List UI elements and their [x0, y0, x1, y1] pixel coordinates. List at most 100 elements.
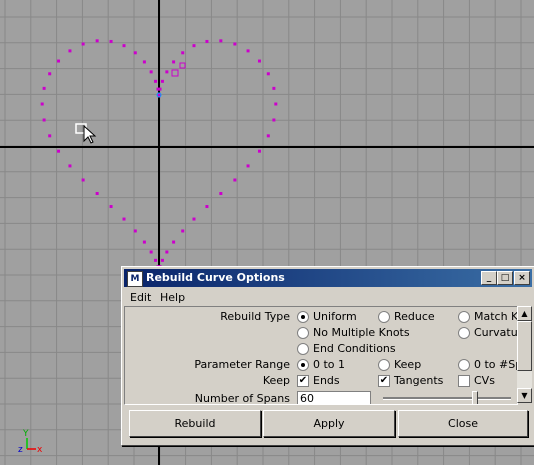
menu-edit[interactable]: Edit: [130, 291, 151, 304]
tangents-checkbox[interactable]: ✔: [378, 375, 390, 387]
checkmark-icon: ✔: [298, 375, 308, 386]
end-conditions-label: End Conditions: [313, 342, 396, 355]
curve-cv-point: [42, 118, 46, 122]
ends-checkbox[interactable]: ✔: [297, 375, 309, 387]
match-knots-label: Match Kı: [474, 310, 518, 323]
curve-cv-point: [192, 217, 196, 221]
vertical-scrollbar[interactable]: ▲ ▼: [517, 306, 532, 403]
curve-direction-marker: [179, 62, 186, 69]
curve-cv-point: [192, 44, 196, 48]
axis-label-x: x: [37, 445, 43, 455]
apply-button[interactable]: Apply: [263, 410, 395, 437]
curve-cv-point: [181, 229, 185, 233]
curve-cv-point: [172, 60, 176, 64]
curve-cv-point: [181, 51, 185, 55]
curve-cv-point: [154, 258, 158, 262]
curve-cv-point: [57, 59, 61, 63]
curve-cv-point: [81, 42, 85, 46]
curve-cv-point: [109, 39, 113, 43]
curve-cv-point: [142, 240, 146, 244]
rebuild-type-label: Rebuild Type: [220, 310, 290, 323]
zero-to-one-label: 0 to 1: [313, 358, 346, 371]
curve-cv-point: [219, 192, 223, 196]
curve-cv-point: [219, 39, 223, 43]
zero-to-one-radio[interactable]: [297, 359, 309, 371]
curve-cv-point: [149, 70, 153, 74]
axis-label-y: Y: [22, 429, 29, 439]
number-of-spans-label: Number of Spans: [194, 392, 290, 405]
number-of-spans-field[interactable]: [297, 391, 371, 404]
curve-cv-point: [233, 42, 237, 46]
zero-to-spans-label: 0 to #Sp: [474, 358, 518, 371]
curve-cv-point: [81, 178, 85, 182]
parameter-range-label: Parameter Range: [194, 358, 290, 371]
curve-cv-point: [122, 44, 126, 48]
maximize-button[interactable]: □: [497, 271, 513, 285]
keep-range-label: Keep: [394, 358, 422, 371]
curvature-label: Curvature: [474, 326, 518, 339]
end-conditions-radio[interactable]: [297, 343, 309, 355]
match-knots-radio[interactable]: [458, 311, 470, 323]
scroll-thumb[interactable]: [517, 321, 532, 371]
menu-help[interactable]: Help: [160, 291, 185, 304]
curve-cv-point: [133, 51, 137, 55]
curve-cv-point: [68, 164, 72, 168]
curve-cv-point: [42, 86, 46, 90]
curve-cv-point: [266, 72, 270, 76]
curve-cv-point: [40, 102, 44, 106]
curve-cv-point: [48, 134, 52, 138]
keep-label: Keep: [262, 374, 290, 387]
curvature-radio[interactable]: [458, 327, 470, 339]
title-bar[interactable]: M Rebuild Curve Options _ □ ×: [124, 269, 532, 287]
reduce-radio[interactable]: [378, 311, 390, 323]
rebuild-curve-options-dialog: M Rebuild Curve Options _ □ × Edit Help …: [121, 266, 534, 446]
curve-cv-point: [160, 258, 164, 262]
close-window-button[interactable]: ×: [514, 271, 530, 285]
curve-cv-point: [172, 240, 176, 244]
curve-cv-point: [272, 118, 276, 122]
curve-cv-point: [68, 49, 72, 53]
checkmark-icon: ✔: [379, 375, 389, 386]
close-button[interactable]: Close: [398, 410, 528, 437]
curve-cv-point: [160, 79, 164, 83]
scroll-down-arrow-icon[interactable]: ▼: [517, 388, 532, 403]
keep-range-radio[interactable]: [378, 359, 390, 371]
axis-label-z: z: [18, 445, 23, 455]
curve-cv-point: [246, 49, 250, 53]
scroll-up-arrow-icon[interactable]: ▲: [517, 306, 532, 321]
dialog-title: Rebuild Curve Options: [146, 271, 285, 284]
curve-cv-point: [257, 149, 261, 153]
curve-cv-point: [154, 79, 158, 83]
uniform-label: Uniform: [313, 310, 357, 323]
curve-cv-point: [48, 72, 52, 76]
curve-cv-point: [95, 192, 99, 196]
curve-cv-point: [246, 164, 250, 168]
curve-cv-point: [205, 205, 209, 209]
no-multiple-knots-radio[interactable]: [297, 327, 309, 339]
curve-cv-point: [142, 60, 146, 64]
curve-cv-point: [272, 86, 276, 90]
rebuild-button[interactable]: Rebuild: [129, 410, 261, 437]
minimize-button[interactable]: _: [481, 271, 497, 285]
zero-to-spans-radio[interactable]: [458, 359, 470, 371]
curve-cv-point: [156, 87, 160, 91]
curve-cv-point: [149, 250, 153, 254]
number-of-spans-slider[interactable]: [383, 391, 511, 404]
reduce-label: Reduce: [394, 310, 435, 323]
menu-bar: Edit Help: [124, 289, 532, 305]
curve-cv-point: [205, 39, 209, 43]
curve-cv-point: [274, 102, 278, 106]
tangents-label: Tangents: [394, 374, 444, 387]
curve-cv-point: [233, 178, 237, 182]
curve-cv-point: [95, 39, 99, 43]
ends-label: Ends: [313, 374, 340, 387]
curve-cv-point: [109, 205, 113, 209]
maya-app-icon: M: [127, 271, 143, 287]
slider-thumb[interactable]: [472, 391, 478, 404]
curve-cv-point: [257, 59, 261, 63]
curve-cv-point: [266, 134, 270, 138]
cvs-checkbox[interactable]: [458, 375, 470, 387]
options-panel: Rebuild Type Uniform Reduce Match Kı No …: [124, 306, 518, 405]
uniform-radio[interactable]: [297, 311, 309, 323]
no-multiple-knots-label: No Multiple Knots: [313, 326, 410, 339]
